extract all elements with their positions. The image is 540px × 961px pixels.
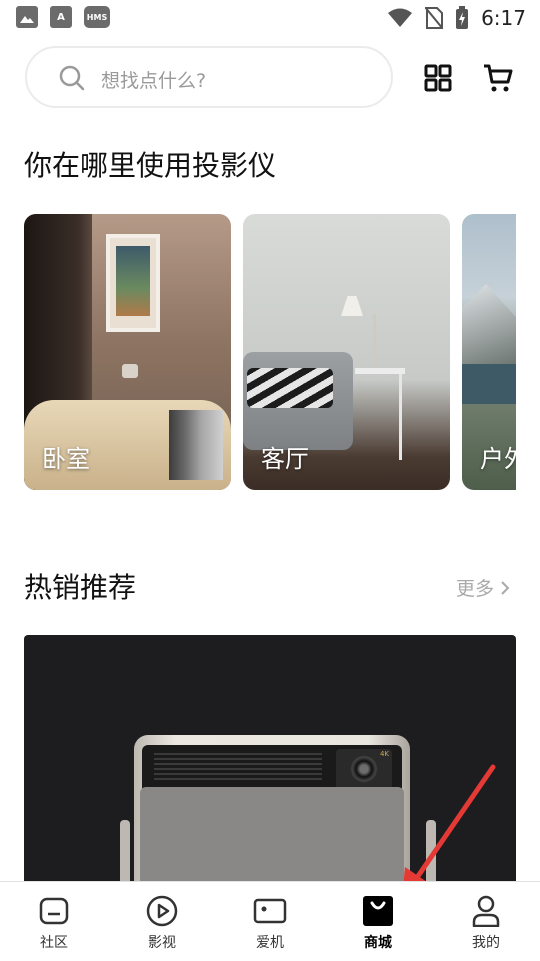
wifi-icon	[388, 8, 413, 27]
search-bar[interactable]: 想找点什么?	[25, 46, 393, 108]
lake	[462, 364, 516, 404]
nav-shop[interactable]: 商城	[324, 882, 432, 961]
scenario-carousel[interactable]: 卧室 客厅 户外	[24, 214, 516, 490]
striped-pillow	[247, 368, 333, 408]
scenario-card-bedroom[interactable]: 卧室	[24, 214, 231, 490]
projector-lens: 4K	[336, 749, 392, 789]
nav-label: 商城	[364, 935, 392, 951]
nav-label: 社区	[40, 935, 68, 951]
stand-left	[120, 820, 130, 890]
nav-community[interactable]: 社区	[0, 882, 108, 961]
nav-label: 我的	[472, 935, 500, 951]
battery-charging-icon	[456, 6, 469, 29]
status-bar: A HMS 6:17	[0, 0, 540, 36]
nav-profile[interactable]: 我的	[432, 882, 540, 961]
gallery-icon	[16, 6, 38, 28]
chevron-right-icon	[501, 580, 510, 595]
hms-icon: HMS	[84, 6, 110, 28]
more-label: 更多	[455, 578, 494, 600]
hms-label: HMS	[86, 12, 108, 22]
nav-device[interactable]: 爱机	[216, 882, 324, 961]
scenario-card-living-room[interactable]: 客厅	[243, 214, 450, 490]
scenario-card-outdoor[interactable]: 户外	[462, 214, 516, 490]
scenario-heading: 你在哪里使用投影仪	[24, 149, 277, 182]
search-icon	[59, 65, 85, 91]
shop-bag-icon	[363, 896, 393, 926]
projector-image: 4K	[134, 735, 410, 895]
nav-label: 影视	[148, 935, 176, 951]
cart-icon[interactable]	[482, 63, 514, 93]
books	[169, 410, 223, 480]
hot-heading: 热销推荐	[24, 571, 137, 604]
more-link[interactable]: 更多	[456, 574, 510, 601]
community-icon	[39, 897, 69, 925]
side-table-leg	[399, 374, 402, 460]
4k-badge: 4K	[379, 750, 389, 758]
side-table	[355, 368, 405, 374]
scenario-label: 卧室	[42, 445, 90, 473]
nav-video[interactable]: 影视	[108, 882, 216, 961]
search-placeholder: 想找点什么?	[101, 70, 207, 92]
a-icon-glyph: A	[57, 11, 65, 23]
bottom-nav: 社区 影视 爱机 商城 我的	[0, 881, 540, 961]
nav-label: 爱机	[256, 935, 284, 951]
status-time: 6:17	[481, 6, 526, 30]
play-icon	[146, 895, 178, 927]
wall-art	[106, 234, 160, 332]
product-card[interactable]: 4K	[24, 635, 516, 895]
wall-lamp	[122, 364, 138, 378]
stand-right	[426, 820, 436, 890]
scenario-label: 客厅	[261, 445, 309, 473]
scenario-label: 户外	[480, 445, 516, 473]
category-grid-icon[interactable]	[424, 64, 452, 92]
device-icon	[253, 898, 287, 924]
no-sim-icon	[425, 7, 444, 29]
floor-lamp	[341, 296, 363, 316]
lamp-pole	[373, 314, 376, 370]
mountain	[462, 284, 516, 364]
profile-icon	[472, 895, 500, 927]
a-icon: A	[50, 6, 72, 28]
